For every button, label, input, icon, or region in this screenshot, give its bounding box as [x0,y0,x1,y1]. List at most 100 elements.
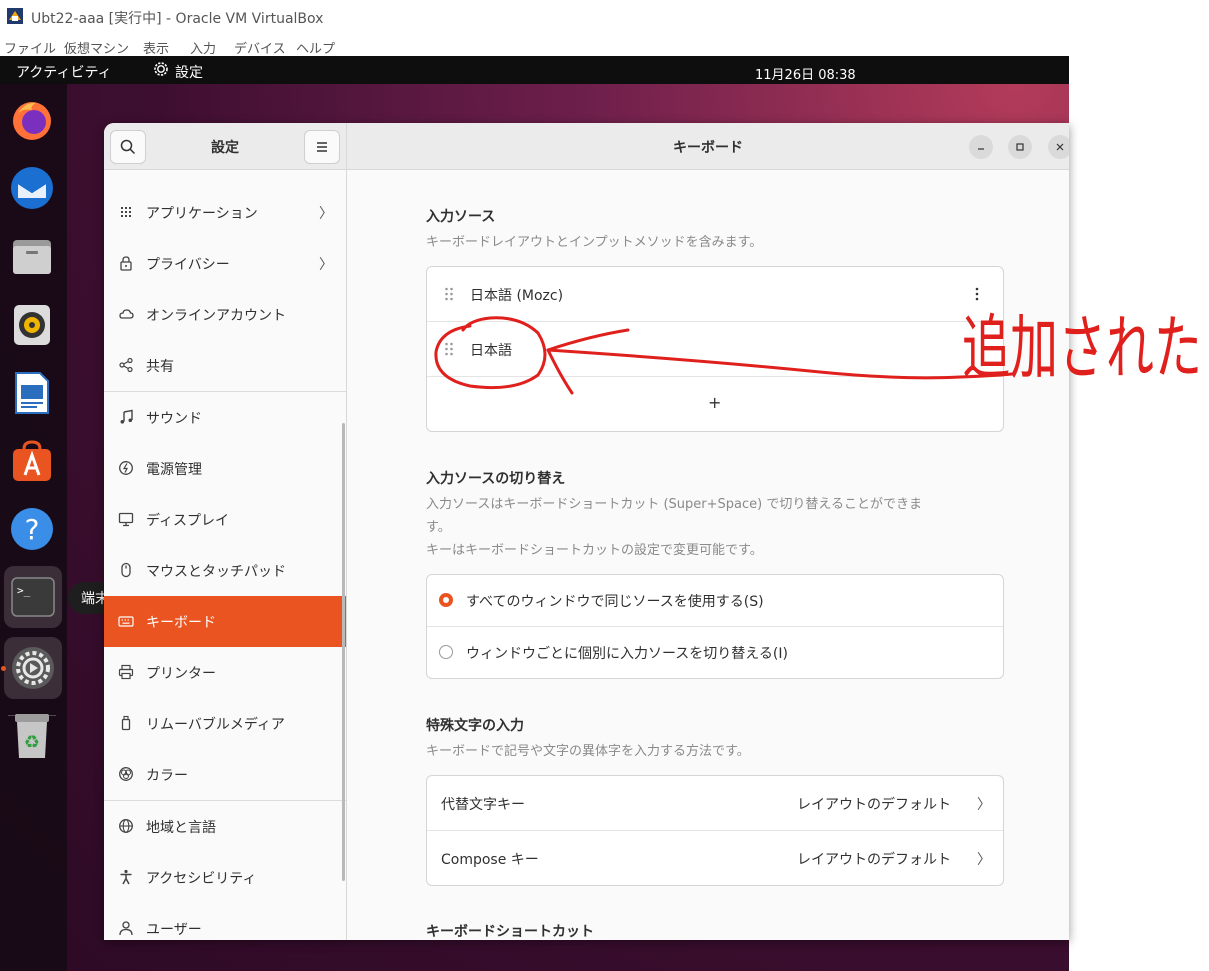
close-button[interactable] [1048,135,1069,159]
share-icon [119,357,133,373]
sidebar-item-printers[interactable]: プリンター [104,647,346,698]
row-value: レイアウトのデフォルト [797,852,951,868]
removable-media-icon [121,715,131,731]
menu-button[interactable] [304,130,340,164]
dock-firefox[interactable] [6,94,58,146]
sidebar-item-applications[interactable]: アプリケーション 〉 [104,187,346,238]
menu-machine[interactable]: 仮想マシン [64,38,129,57]
maximize-icon [1016,143,1024,151]
virtualbox-menu-bar: ファイル 仮想マシン 表示 入力 デバイス ヘルプ [0,35,1069,57]
terminal-icon: >_ [11,577,55,617]
row-label: 代替文字キー [441,797,525,813]
radio-option-same-source[interactable]: すべてのウィンドウで同じソースを使用する(S) [427,575,1003,626]
dock-thunderbird[interactable] [6,162,58,214]
dock-terminal[interactable]: >_ [4,566,62,628]
trash-icon: ♻ [15,714,49,758]
drag-handle-icon[interactable] [444,287,454,301]
minimize-icon [978,148,984,150]
svg-text:>_: >_ [17,584,31,597]
dock-files[interactable] [6,231,58,283]
radio-option-per-window[interactable]: ウィンドウごとに個別に入力ソースを切り替える(I) [427,627,1003,678]
sidebar-item-removable-media[interactable]: リムーバブルメディア [104,698,346,749]
dock-help[interactable]: ? [6,503,58,555]
radio-label: ウィンドウごとに個別に入力ソースを切り替える(I) [466,646,788,662]
more-options-icon[interactable] [975,287,979,301]
sidebar-item-keyboard[interactable]: キーボード [104,596,346,647]
files-icon [13,240,51,274]
menu-view[interactable]: 表示 [143,38,169,57]
app-menu[interactable]: 設定 [175,62,203,82]
page-title: キーボード [673,140,743,156]
firefox-icon [13,102,51,140]
add-input-source-button[interactable]: + [427,377,1003,431]
globe-icon [119,819,133,833]
menu-devices[interactable]: デバイス [234,38,286,57]
sidebar-item-privacy[interactable]: プライバシー 〉 [104,238,346,289]
switching-description-1: 入力ソースはキーボードショートカット (Super+Space) で切り替えるこ… [426,497,922,512]
mouse-icon [121,562,131,578]
close-icon [1056,143,1064,151]
accessibility-icon [120,869,132,885]
input-source-row[interactable]: 日本語 (Mozc) [427,267,1003,321]
svg-text:♻: ♻ [24,732,40,753]
alternate-characters-key-row[interactable]: 代替文字キー レイアウトのデフォルト 〉 [427,776,1003,830]
sidebar-item-online-accounts[interactable]: オンラインアカウント [104,289,346,340]
input-sources-description: キーボードレイアウトとインプットメソッドを含みます。 [426,235,763,250]
chevron-right-icon: 〉 [977,852,991,868]
input-source-row[interactable]: 日本語 [427,322,1003,376]
sidebar-item-label: 電源管理 [146,462,202,478]
input-source-name: 日本語 [470,343,512,359]
activities-button[interactable]: アクティビティ [16,62,112,82]
maximize-button[interactable] [1008,135,1032,159]
sidebar-item-display[interactable]: ディスプレイ [104,494,346,545]
menu-help[interactable]: ヘルプ [296,38,335,57]
host-background [1069,0,1209,971]
radio-button-selected[interactable] [439,593,453,607]
sidebar-item-label: プライバシー [146,257,230,273]
sidebar-item-power[interactable]: 電源管理 [104,443,346,494]
help-icon: ? [11,508,53,550]
sidebar-item-sharing[interactable]: 共有 [104,340,346,391]
compose-key-row[interactable]: Compose キー レイアウトのデフォルト 〉 [427,831,1003,885]
chevron-right-icon: 〉 [319,206,333,222]
sidebar-item-label: ユーザー [146,922,202,938]
clock[interactable]: 11月26日 08:38 [755,64,856,83]
sidebar-item-accessibility[interactable]: アクセシビリティ [104,852,346,903]
menu-input[interactable]: 入力 [190,38,216,57]
libreoffice-writer-icon [15,372,49,414]
hamburger-menu-icon [317,142,327,152]
sidebar-item-label: アプリケーション [146,206,258,222]
dock-settings[interactable] [4,637,62,699]
switching-title: 入力ソースの切り替え [426,471,566,487]
drag-handle-icon[interactable] [444,342,454,356]
sidebar-item-mouse-touchpad[interactable]: マウスとタッチパッド [104,545,346,596]
sidebar-item-users[interactable]: ユーザー [104,903,346,940]
dock-app-center[interactable] [6,435,58,487]
menu-file[interactable]: ファイル [4,38,56,57]
sidebar-item-region-language[interactable]: 地域と言語 [104,801,346,852]
dock-libreoffice-writer[interactable] [6,367,58,419]
minimize-button[interactable] [969,135,993,159]
radio-button[interactable] [439,645,453,659]
sidebar-item-label: ディスプレイ [146,513,230,529]
printer-icon [118,664,134,680]
special-chars-title: 特殊文字の入力 [426,718,524,734]
sidebar-item-label: プリンター [146,666,216,682]
sidebar-item-label: サウンド [146,411,202,427]
input-sources-title: 入力ソース [426,209,496,225]
dock-trash[interactable]: ♻ [6,710,58,762]
rhythmbox-icon [14,305,50,345]
special-chars-list: 代替文字キー レイアウトのデフォルト 〉 Compose キー レイアウトのデフ… [426,775,1004,886]
sidebar-item-label: リムーバブルメディア [146,717,285,733]
sidebar-scrollbar[interactable] [342,423,345,881]
special-chars-description: キーボードで記号や文字の異体字を入力する方法です。 [426,744,750,759]
virtualbox-logo-icon [7,8,23,24]
sidebar-item-label: 地域と言語 [146,820,216,836]
row-value: レイアウトのデフォルト [797,797,951,813]
display-icon [118,512,134,527]
sidebar-item-sound[interactable]: サウンド [104,392,346,443]
dock-rhythmbox[interactable] [6,299,58,351]
sidebar-item-color[interactable]: カラー [104,749,346,800]
chevron-right-icon: 〉 [319,257,333,273]
settings-window: 設定 キーボード アプリケーション 〉 プライバシー 〉 オンラインアカウント … [104,123,1069,940]
